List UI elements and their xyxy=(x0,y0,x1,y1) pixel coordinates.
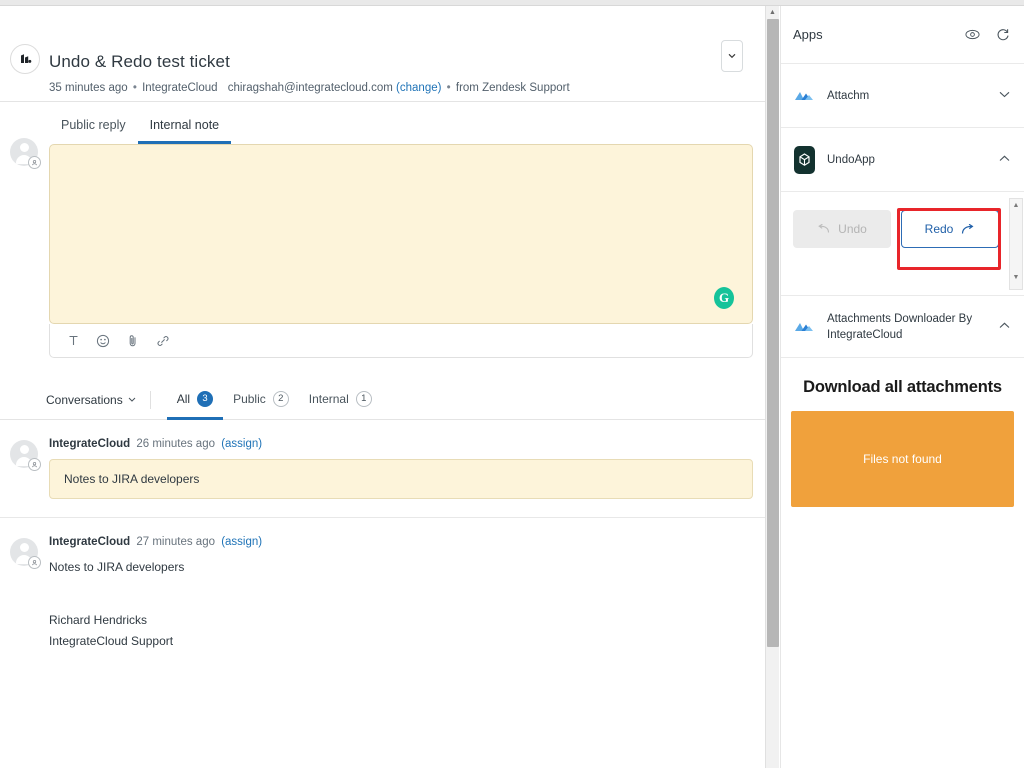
conversations-dropdown[interactable]: Conversations xyxy=(46,393,150,407)
page-title: Undo & Redo test ticket xyxy=(49,52,230,72)
text-format-icon[interactable] xyxy=(60,328,86,354)
chevron-up-icon[interactable] xyxy=(999,154,1010,165)
app-name-undoapp: UndoApp xyxy=(827,152,987,168)
comment-time: 27 minutes ago xyxy=(133,536,215,548)
avatar xyxy=(10,538,38,566)
tab-internal-note[interactable]: Internal note xyxy=(138,118,232,144)
filter-internal-label: Internal xyxy=(309,392,349,406)
comment-item: IntegrateCloud 27 minutes ago (assign) N… xyxy=(0,518,765,670)
conversations-dropdown-label: Conversations xyxy=(46,393,123,407)
undoapp-inner-scrollbar[interactable]: ▲ ▼ xyxy=(1009,198,1023,290)
composer-avatar xyxy=(10,138,38,166)
cloud-icon xyxy=(793,84,815,108)
link-icon[interactable] xyxy=(150,328,176,354)
chevron-down-icon xyxy=(128,397,136,402)
undoapp-icon xyxy=(793,148,815,172)
undo-button[interactable]: Undo xyxy=(793,210,891,248)
comment-body-note: Notes to JIRA developers xyxy=(49,459,753,499)
zendesk-ticket-screen: Undo & Redo test ticket 35 minutes ago •… xyxy=(0,0,1024,768)
tab-public-reply[interactable]: Public reply xyxy=(49,118,138,144)
undoapp-panel: Undo Redo ▲ ▼ xyxy=(781,192,1024,296)
app-row-attachm[interactable]: Attachm xyxy=(781,64,1024,128)
comment-author: IntegrateCloud xyxy=(49,438,130,450)
scroll-down-icon[interactable]: ▼ xyxy=(1010,271,1022,283)
apps-title: Apps xyxy=(793,27,949,42)
composer-tabs: Public reply Internal note xyxy=(49,112,765,144)
ticket-channel: from Zendesk Support xyxy=(456,82,570,94)
comment-composer: Public reply Internal note G xyxy=(0,102,765,358)
assign-link[interactable]: (assign) xyxy=(218,438,262,450)
meta-dot-2: • xyxy=(445,82,453,94)
grammarly-icon[interactable]: G xyxy=(714,287,734,309)
signature-org: IntegrateCloud Support xyxy=(49,631,753,652)
app-name-attachm: Attachm xyxy=(827,88,987,104)
comment-item: IntegrateCloud 26 minutes ago (assign) N… xyxy=(0,420,765,518)
download-all-attachments-title: Download all attachments xyxy=(791,378,1014,397)
attachment-icon[interactable] xyxy=(120,328,146,354)
scroll-up-icon[interactable]: ▲ xyxy=(766,6,779,19)
app-row-attachments-downloader[interactable]: Attachments Downloader By IntegrateCloud xyxy=(781,296,1024,358)
emoji-icon[interactable] xyxy=(90,328,116,354)
comment-time: 26 minutes ago xyxy=(133,438,215,450)
composer-avatar-badge xyxy=(28,156,41,169)
undo-arrow-icon xyxy=(817,224,830,234)
apps-sidebar: Apps Attachm xyxy=(780,6,1024,768)
app-name-attachments-downloader: Attachments Downloader By IntegrateCloud xyxy=(827,311,987,343)
redo-arrow-icon xyxy=(961,224,975,235)
filter-all[interactable]: All 3 xyxy=(167,380,223,420)
filter-all-label: All xyxy=(177,392,190,406)
ticket-options-button[interactable] xyxy=(721,40,743,72)
avatar-badge xyxy=(28,556,41,569)
eye-icon[interactable] xyxy=(965,29,980,40)
ticket-org: IntegrateCloud xyxy=(142,82,217,94)
meta-dot-1: • xyxy=(131,82,139,94)
ticket-requester-email: chiragshah@integratecloud.com xyxy=(221,82,393,94)
refresh-icon[interactable] xyxy=(996,28,1010,42)
ticket-time: 35 minutes ago xyxy=(49,82,128,94)
filter-internal-count: 1 xyxy=(356,391,372,407)
comment-author: IntegrateCloud xyxy=(49,536,130,548)
attachments-status-panel: Files not found xyxy=(791,411,1014,507)
attachments-downloader-panel: Download all attachments Files not found xyxy=(781,358,1024,507)
attachments-status-text: Files not found xyxy=(863,452,942,466)
avatar xyxy=(10,440,38,468)
comment-body-text: Notes to JIRA developers xyxy=(49,557,753,578)
chevron-down-icon xyxy=(728,53,736,59)
chevron-up-icon[interactable] xyxy=(999,321,1010,332)
cloud-icon xyxy=(793,315,815,339)
redo-button[interactable]: Redo xyxy=(901,210,999,248)
filter-public[interactable]: Public 2 xyxy=(223,380,299,420)
ticket-brand-icon xyxy=(10,44,40,74)
main-scrollbar[interactable]: ▲ xyxy=(765,6,779,768)
ticket-main-column: Undo & Redo test ticket 35 minutes ago •… xyxy=(0,6,765,768)
undo-button-label: Undo xyxy=(838,222,867,236)
scroll-up-icon[interactable]: ▲ xyxy=(1010,199,1022,211)
comment-header: IntegrateCloud 26 minutes ago (assign) xyxy=(49,438,753,450)
ticket-meta: 35 minutes ago • IntegrateCloud chiragsh… xyxy=(49,82,570,94)
ticket-header: Undo & Redo test ticket 35 minutes ago •… xyxy=(0,6,765,102)
app-row-undoapp[interactable]: UndoApp xyxy=(781,128,1024,192)
composer-toolbar xyxy=(49,324,753,358)
comment-header: IntegrateCloud 27 minutes ago (assign) xyxy=(49,536,753,548)
filter-public-count: 2 xyxy=(273,391,289,407)
filter-public-label: Public xyxy=(233,392,266,406)
filter-internal[interactable]: Internal 1 xyxy=(299,380,382,420)
conversations-filter-bar: Conversations All 3 Public 2 Internal 1 xyxy=(0,380,765,420)
undo-redo-button-row: Undo Redo xyxy=(781,210,1024,248)
scrollbar-thumb[interactable] xyxy=(767,19,779,647)
assign-link[interactable]: (assign) xyxy=(218,536,262,548)
chevron-down-icon[interactable] xyxy=(999,90,1010,101)
signature-name: Richard Hendricks xyxy=(49,610,753,631)
avatar-badge xyxy=(28,458,41,471)
internal-note-input[interactable]: G xyxy=(49,144,753,324)
filter-divider xyxy=(150,391,151,409)
change-requester-link[interactable]: (change) xyxy=(396,82,441,94)
apps-header: Apps xyxy=(781,6,1024,64)
filter-all-count: 3 xyxy=(197,391,213,407)
redo-button-label: Redo xyxy=(925,222,954,236)
